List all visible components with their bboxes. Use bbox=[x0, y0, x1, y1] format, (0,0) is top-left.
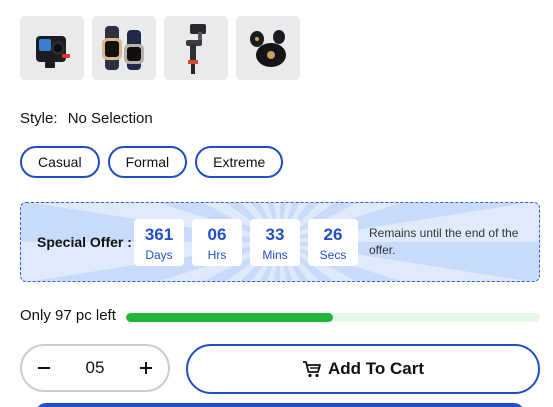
timer-seconds: 26 Secs bbox=[308, 219, 358, 266]
plus-icon bbox=[139, 362, 152, 374]
timer-days: 361 Days bbox=[134, 219, 184, 266]
style-label: Style: bbox=[20, 110, 58, 127]
gimbal-icon bbox=[186, 24, 206, 74]
product-thumbnails bbox=[20, 16, 300, 80]
action-camera-icon bbox=[36, 36, 70, 68]
timer-days-value: 361 bbox=[144, 225, 174, 244]
earbuds-icon bbox=[250, 30, 286, 67]
cart-icon bbox=[302, 361, 321, 378]
countdown-timer: 361 Days 06 Hrs 33 Mins 26 Secs bbox=[134, 219, 358, 266]
quantity-stepper: 05 bbox=[20, 344, 170, 392]
thumbnail-earbuds[interactable] bbox=[236, 16, 300, 80]
add-to-cart-label: Add To Cart bbox=[327, 359, 424, 378]
buy-now-button[interactable] bbox=[36, 403, 524, 407]
thumbnail-smartwatch[interactable] bbox=[92, 16, 156, 80]
style-option-casual[interactable]: Casual bbox=[20, 146, 100, 178]
smartwatch-icon bbox=[102, 26, 144, 70]
stock-progress-fill bbox=[126, 313, 333, 322]
timer-minutes: 33 Mins bbox=[250, 219, 300, 266]
quantity-value[interactable]: 05 bbox=[86, 358, 105, 378]
style-option-extreme[interactable]: Extreme bbox=[195, 146, 284, 178]
decrease-quantity-button[interactable] bbox=[35, 359, 53, 377]
add-to-cart-button[interactable]: Add To Cart bbox=[186, 344, 540, 394]
style-option-formal[interactable]: Formal bbox=[107, 146, 188, 178]
offer-note: Remains until the end of the offer. bbox=[369, 226, 519, 257]
special-offer-label: Special Offer : bbox=[37, 234, 132, 250]
timer-hours-value: 06 bbox=[207, 225, 227, 244]
timer-minutes-value: 33 bbox=[265, 225, 285, 244]
timer-hours: 06 Hrs bbox=[192, 219, 242, 266]
timer-seconds-unit: Secs bbox=[319, 248, 347, 262]
style-options: Casual Formal Extreme bbox=[20, 146, 284, 178]
stock-remaining-text: Only 97 pc left bbox=[20, 307, 116, 324]
special-offer-banner: Special Offer : 361 Days 06 Hrs 33 Mins … bbox=[20, 202, 540, 282]
minus-icon bbox=[38, 367, 50, 369]
thumbnail-action-camera[interactable] bbox=[20, 16, 84, 80]
style-selection-line: Style: No Selection bbox=[20, 110, 153, 127]
timer-seconds-value: 26 bbox=[323, 225, 343, 244]
stock-progress-bar bbox=[126, 313, 540, 322]
style-value: No Selection bbox=[67, 110, 153, 127]
timer-hours-unit: Hrs bbox=[207, 248, 227, 262]
timer-minutes-unit: Mins bbox=[262, 248, 288, 262]
timer-days-unit: Days bbox=[145, 248, 173, 262]
increase-quantity-button[interactable] bbox=[137, 359, 155, 377]
thumbnail-gimbal[interactable] bbox=[164, 16, 228, 80]
